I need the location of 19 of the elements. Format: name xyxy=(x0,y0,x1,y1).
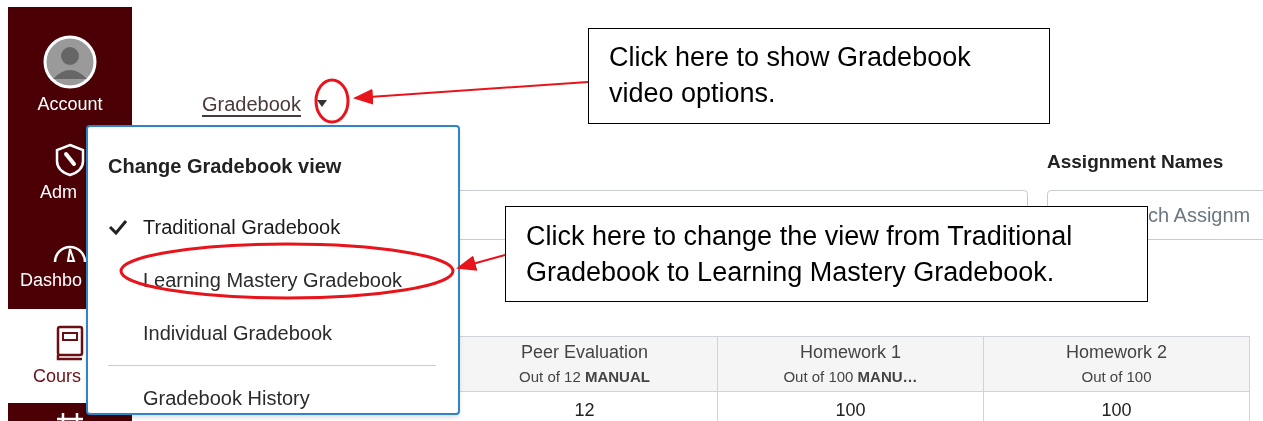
check-icon xyxy=(108,219,128,235)
breadcrumb-link[interactable]: Gradebook xyxy=(202,89,301,119)
column-header[interactable]: Homework 2 Out of 100 xyxy=(984,337,1249,392)
arrow xyxy=(456,254,506,271)
column-header[interactable]: Homework 1 Out of 100 MANU… xyxy=(718,337,983,392)
avatar-icon xyxy=(43,34,97,89)
highlight-circle xyxy=(314,78,350,124)
caret-icon[interactable] xyxy=(316,100,327,108)
table-cell-text: 100 xyxy=(1100,399,1133,421)
nav-item[interactable]: Account xyxy=(8,7,132,127)
shield-icon xyxy=(54,142,86,177)
table-cell-text: 12 xyxy=(573,399,596,421)
filter-label: Assignment Names xyxy=(1047,150,1224,174)
table-cell-text: 100 xyxy=(834,399,867,421)
book-icon xyxy=(55,324,85,361)
calendar-icon xyxy=(54,413,86,421)
menu-title: Change Gradebook view xyxy=(108,154,343,179)
callout-tooltip: Click here to show Gradebook video options. xyxy=(588,28,1050,124)
callout-tooltip: Click here to change the view from Traditional Gradebook to Learning Mastery Gradebook. xyxy=(505,206,1148,302)
